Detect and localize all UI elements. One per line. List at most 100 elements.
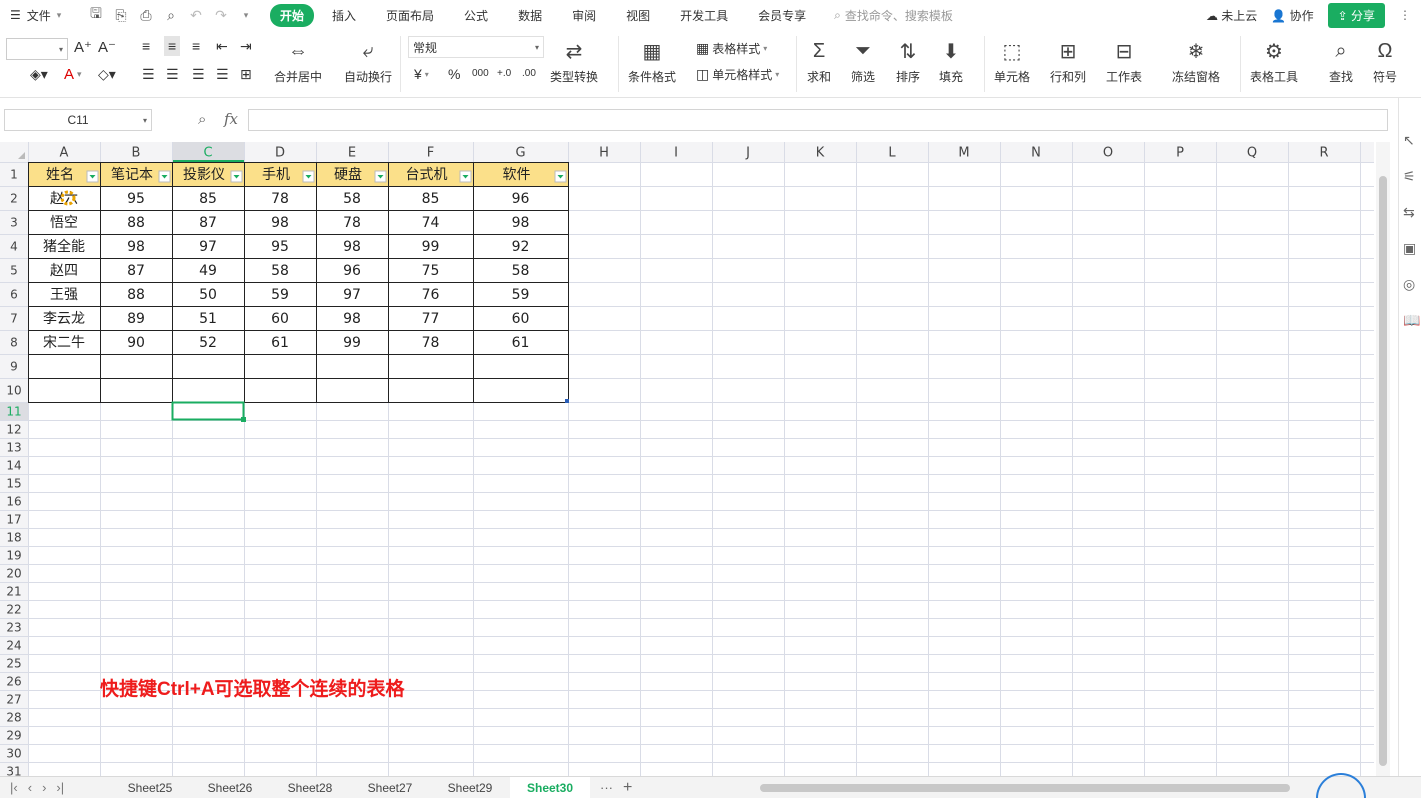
table-style-button[interactable]: ▦ 表格样式 ▾: [696, 40, 767, 57]
tab-data[interactable]: 数据: [506, 4, 554, 27]
tab-developer[interactable]: 开发工具: [668, 4, 740, 27]
sheet-tab[interactable]: Sheet26: [190, 781, 270, 795]
table-resize-handle[interactable]: [565, 399, 569, 403]
assistant-icon[interactable]: [1316, 773, 1366, 798]
distributed-icon[interactable]: ⊞: [240, 66, 252, 83]
location-icon[interactable]: ◎: [1403, 276, 1415, 293]
more-options-icon[interactable]: ⋮: [1399, 8, 1411, 22]
cell-button[interactable]: ⬚ 单元格: [994, 38, 1030, 85]
cell-style-button[interactable]: ◫ 单元格样式 ▾: [696, 66, 779, 83]
fill-handle[interactable]: [241, 417, 246, 422]
settings-slider-icon[interactable]: ⚟: [1403, 168, 1416, 185]
undo-icon[interactable]: ↶: [188, 7, 204, 23]
transform-icon[interactable]: ⇆: [1403, 204, 1415, 221]
share-button[interactable]: ⇪ 分享: [1327, 2, 1385, 28]
conditional-format-button[interactable]: ▦ 条件格式: [628, 38, 676, 85]
score-cell: 60: [271, 311, 289, 327]
align-bottom-icon[interactable]: ≡: [192, 38, 200, 54]
decrease-indent-icon[interactable]: ⇤: [216, 38, 228, 55]
sheet-tab[interactable]: Sheet25: [110, 781, 190, 795]
clear-format-icon[interactable]: ◇▾: [98, 66, 116, 83]
file-menu-label: 文件: [26, 8, 51, 23]
row-col-button[interactable]: ⊞ 行和列: [1050, 38, 1086, 85]
freeze-panes-button[interactable]: ❄ 冻结窗格: [1172, 38, 1220, 85]
redo-icon[interactable]: ↷: [213, 7, 229, 23]
currency-button[interactable]: ¥ ▾: [414, 66, 429, 82]
sort-button[interactable]: ⇅ 排序: [895, 38, 921, 85]
type-convert-button[interactable]: ⇄ 类型转换: [550, 38, 598, 85]
tab-review[interactable]: 审阅: [560, 4, 608, 27]
file-menu[interactable]: ☰ 文件 ▾: [0, 7, 80, 24]
worksheet-button[interactable]: ⊟ 工作表: [1106, 38, 1142, 85]
add-sheet-icon[interactable]: +: [623, 779, 632, 797]
horizontal-scrollbar[interactable]: [742, 783, 1372, 793]
sheet-tab[interactable]: Sheet29: [430, 781, 510, 795]
hamburger-icon: ☰: [10, 8, 21, 22]
table-tools-button[interactable]: ⚙ 表格工具: [1250, 38, 1298, 85]
align-top-icon[interactable]: ≡: [142, 38, 150, 54]
align-middle-icon[interactable]: ≡: [164, 36, 181, 56]
increase-indent-icon[interactable]: ⇥: [240, 38, 252, 55]
decrease-decimal-icon[interactable]: .00: [522, 68, 536, 79]
next-sheet-icon[interactable]: ›: [42, 780, 46, 795]
percent-button[interactable]: %: [448, 66, 460, 82]
name-box[interactable]: C11 ▾: [4, 109, 152, 131]
tab-insert[interactable]: 插入: [320, 4, 368, 27]
sum-button[interactable]: Σ 求和: [806, 38, 832, 85]
fill-button[interactable]: ⬇ 填充: [938, 38, 964, 85]
tab-home[interactable]: 开始: [270, 3, 315, 27]
image-icon[interactable]: ▣: [1403, 240, 1416, 257]
number-format-select[interactable]: 常规 ▾: [408, 36, 544, 58]
fill-color-icon[interactable]: ◈▾: [30, 66, 48, 83]
more-sheets-icon[interactable]: ···: [600, 780, 613, 795]
scroll-thumb[interactable]: [760, 784, 1290, 792]
last-sheet-icon[interactable]: ›|: [56, 780, 64, 795]
sheet-tab-active[interactable]: Sheet30: [510, 776, 590, 798]
print-icon[interactable]: ⎙: [138, 7, 154, 23]
tab-page-layout[interactable]: 页面布局: [374, 4, 446, 27]
tab-member[interactable]: 会员专享: [746, 4, 818, 27]
export-icon[interactable]: ⎘: [113, 7, 129, 23]
shrink-font-icon[interactable]: A⁻: [98, 38, 116, 56]
score-cell: 98: [343, 239, 361, 255]
thousands-button[interactable]: 000: [472, 68, 489, 79]
cloud-label: 未上云: [1221, 8, 1258, 23]
fx-icon[interactable]: fx: [224, 110, 238, 128]
formula-input[interactable]: [248, 109, 1388, 131]
align-center-icon[interactable]: ☰: [166, 66, 179, 83]
font-color-icon[interactable]: A ▾: [64, 66, 82, 83]
first-sheet-icon[interactable]: |‹: [10, 780, 18, 795]
scroll-thumb[interactable]: [1379, 176, 1387, 766]
symbol-button[interactable]: Ω 符号: [1372, 38, 1398, 85]
font-size-select[interactable]: ▾: [6, 38, 68, 60]
auto-wrap-button[interactable]: ⤶ 自动换行: [344, 38, 392, 85]
filter-button[interactable]: ⏷ 筛选: [850, 38, 876, 85]
grow-font-icon[interactable]: A⁺: [74, 38, 92, 56]
ribbon-separator: [984, 36, 985, 92]
select-cursor-icon[interactable]: ↖: [1403, 132, 1415, 149]
chevron-down-icon[interactable]: ▾: [238, 7, 254, 23]
selected-cell[interactable]: [171, 401, 245, 421]
merge-center-button[interactable]: ⇔ 合并居中: [274, 38, 322, 85]
save-icon[interactable]: 🖫: [88, 5, 104, 23]
print-preview-icon[interactable]: ⌕: [163, 7, 179, 23]
book-icon[interactable]: 📖: [1403, 312, 1420, 329]
collab-button[interactable]: 👤 协作: [1271, 7, 1313, 24]
increase-decimal-icon[interactable]: +.0: [497, 68, 511, 79]
align-left-icon[interactable]: ☰: [142, 66, 155, 83]
vertical-scrollbar[interactable]: [1376, 142, 1390, 776]
score-cell: 92: [512, 239, 530, 255]
tab-view[interactable]: 视图: [614, 4, 662, 27]
align-right-icon[interactable]: ☰: [192, 66, 205, 83]
score-cell: 59: [271, 287, 289, 303]
sheet-tab[interactable]: Sheet27: [350, 781, 430, 795]
zoom-icon[interactable]: ⌕: [198, 111, 206, 128]
find-button[interactable]: ⌕ 查找: [1328, 38, 1354, 85]
justify-icon[interactable]: ☰: [216, 66, 229, 83]
command-search[interactable]: ⌕ 查找命令、搜索模板: [834, 7, 953, 24]
prev-sheet-icon[interactable]: ‹: [28, 780, 32, 795]
sheet-tab[interactable]: Sheet28: [270, 781, 350, 795]
tab-formulas[interactable]: 公式: [452, 4, 500, 27]
cloud-status[interactable]: ☁ 未上云: [1206, 7, 1257, 24]
score-cell: 49: [199, 263, 217, 279]
